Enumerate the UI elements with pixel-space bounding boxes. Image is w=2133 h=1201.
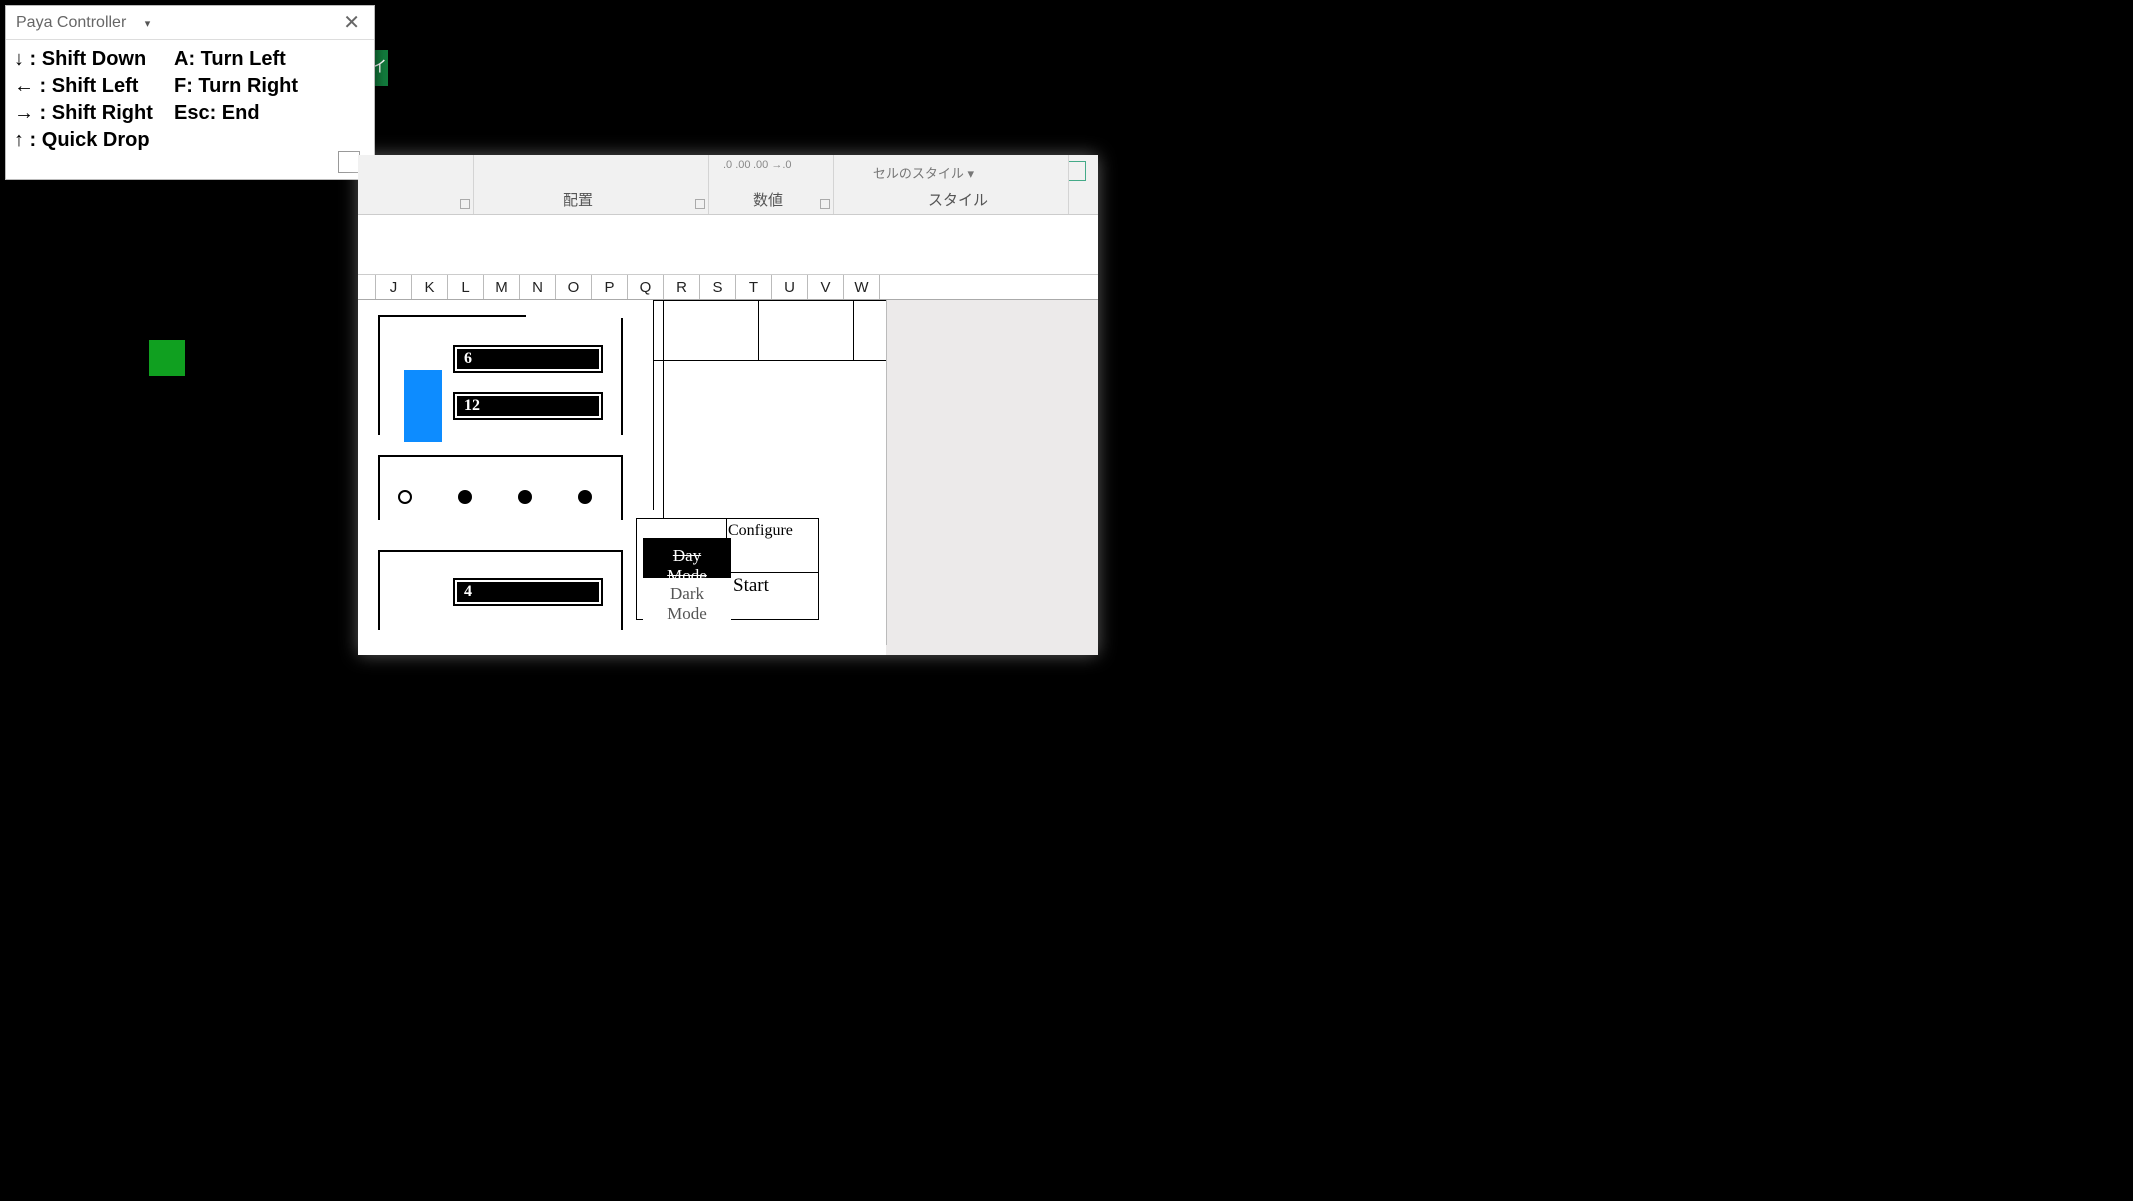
formula-bar[interactable]	[358, 215, 1098, 275]
worksheet-area[interactable]: 6 12 4 Day Mode Dark Mode Configure Star…	[358, 300, 1098, 655]
key-hint-end: Esc: End	[174, 100, 334, 127]
col-U[interactable]: U	[772, 275, 808, 299]
col-V[interactable]: V	[808, 275, 844, 299]
col-J[interactable]: J	[376, 275, 412, 299]
level-dot-2	[458, 490, 472, 504]
score-value-1: 6	[453, 345, 603, 373]
col-W[interactable]: W	[844, 275, 880, 299]
level-dot-4	[578, 490, 592, 504]
col-Q[interactable]: Q	[628, 275, 664, 299]
dialog-launcher-icon[interactable]	[820, 199, 830, 209]
col-N[interactable]: N	[520, 275, 556, 299]
frame-gap	[526, 315, 623, 318]
dialog-launcher-icon[interactable]	[695, 199, 705, 209]
key-hint-right: → : Shift Right	[14, 100, 174, 127]
lines-value: 4	[453, 578, 603, 606]
grid-line	[853, 300, 854, 360]
grid-line	[758, 300, 759, 360]
excel-ribbon: .0 .00 .00 →.0 セルのスタイル ▾ 配置 数値 スタイル	[358, 155, 1098, 215]
paya-controller-window: Paya Controller ▾ ✕ ↓ : Shift Down ← : S…	[5, 5, 375, 180]
tetris-piece-blue	[404, 370, 442, 442]
col-O[interactable]: O	[556, 275, 592, 299]
level-dot-1	[398, 490, 412, 504]
paya-checkbox[interactable]	[338, 151, 360, 173]
configure-button[interactable]: Configure	[728, 522, 793, 540]
grid-line	[653, 300, 654, 510]
key-hint-turn-right: F: Turn Right	[174, 73, 334, 100]
decimal-decrease-icon[interactable]: .00 →.0	[753, 159, 792, 171]
excel-window: .0 .00 .00 →.0 セルのスタイル ▾ 配置 数値 スタイル J K …	[358, 155, 1098, 655]
col-L[interactable]: L	[448, 275, 484, 299]
col-T[interactable]: T	[736, 275, 772, 299]
grid-line	[653, 300, 886, 301]
inactive-cells-region	[886, 300, 1098, 655]
paya-title-text: Paya Controller	[16, 14, 126, 31]
key-hint-down: ↓ : Shift Down	[14, 46, 174, 73]
tetris-piece-green	[149, 340, 185, 376]
panel-level-dots	[378, 455, 623, 520]
key-hint-turn-left: A: Turn Left	[174, 46, 334, 73]
dialog-launcher-icon[interactable]	[460, 199, 470, 209]
col-R[interactable]: R	[664, 275, 700, 299]
col-M[interactable]: M	[484, 275, 520, 299]
ribbon-group-align: 配置	[563, 189, 593, 210]
key-hint-drop: ↑ : Quick Drop	[14, 127, 174, 154]
row-select-corner[interactable]	[358, 275, 376, 299]
grid-line	[653, 360, 886, 361]
col-P[interactable]: P	[592, 275, 628, 299]
dark-mode-button[interactable]: Dark Mode	[643, 578, 731, 630]
start-button[interactable]: Start	[733, 575, 769, 597]
ribbon-group-style: スタイル	[928, 189, 988, 210]
paste-icon[interactable]	[1068, 161, 1086, 181]
col-S[interactable]: S	[700, 275, 736, 299]
column-headers: J K L M N O P Q R S T U V W	[358, 275, 1098, 300]
cell-styles-dropdown[interactable]: セルのスタイル ▾	[873, 163, 974, 182]
close-icon[interactable]: ✕	[339, 10, 364, 35]
col-K[interactable]: K	[412, 275, 448, 299]
score-value-2: 12	[453, 392, 603, 420]
level-dot-3	[518, 490, 532, 504]
paya-titlebar[interactable]: Paya Controller ▾ ✕	[6, 6, 374, 40]
key-hint-left: ← : Shift Left	[14, 73, 174, 100]
ribbon-group-number: 数値	[753, 189, 783, 210]
pin-icon[interactable]: ▾	[145, 18, 151, 30]
decimal-increase-icon[interactable]: .0 .00	[723, 159, 751, 171]
